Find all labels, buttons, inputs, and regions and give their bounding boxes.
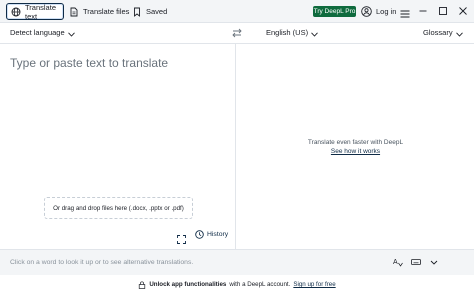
chevron-down-icon <box>455 30 463 37</box>
banner-text: with a DeepL account. <box>229 281 291 288</box>
file-drop-zone[interactable]: Or drag and drop files here (.docx, .ppt… <box>44 197 193 219</box>
glossary-select[interactable]: Glossary <box>423 28 463 37</box>
signup-banner: Unlock app functionalities with a DeepL … <box>0 276 474 293</box>
promo-text: Translate even faster with DeepL <box>307 139 404 146</box>
glossary-label: Glossary <box>423 28 453 37</box>
dictionary-hint: Click on a word to look it up or to see … <box>10 259 194 266</box>
file-icon <box>69 7 79 17</box>
close-window-icon[interactable] <box>456 4 470 18</box>
dictionary-bar: Click on a word to look it up or to see … <box>0 249 474 275</box>
target-language-select[interactable]: English (US) <box>266 28 318 37</box>
source-language-select[interactable]: Detect language <box>10 28 75 37</box>
hamburger-menu-icon[interactable] <box>400 6 410 18</box>
scan-icon[interactable] <box>177 231 186 244</box>
see-how-it-works-link[interactable]: See how it works <box>237 148 474 155</box>
sign-up-link[interactable]: Sign up for free <box>293 281 335 288</box>
lock-icon <box>138 281 146 289</box>
tab-saved[interactable]: Saved <box>132 3 167 20</box>
source-language-label: Detect language <box>10 28 65 37</box>
source-text-panel[interactable]: Type or paste text to translate Or drag … <box>0 44 236 249</box>
tab-translate-text[interactable]: Translate text <box>6 2 64 21</box>
tab-label: Translate files <box>83 7 130 16</box>
dictionary-toolbar: A <box>393 257 439 267</box>
login-label: Log in <box>376 6 397 16</box>
history-button[interactable]: History <box>195 230 228 239</box>
source-text-input[interactable]: Type or paste text to translate <box>10 56 168 70</box>
try-pro-button[interactable]: Try DeepL Pro <box>313 6 356 17</box>
target-language-label: English (US) <box>266 28 309 37</box>
expand-chevron-icon[interactable] <box>429 257 439 267</box>
user-icon <box>361 5 372 17</box>
history-icon <box>195 230 204 239</box>
login-button[interactable]: Log in <box>361 4 396 18</box>
banner-bold-text: Unlock app functionalities <box>149 281 227 288</box>
minimize-window-icon[interactable] <box>416 4 430 18</box>
drop-zone-text: Or drag and drop files here (.docx, .ppt… <box>53 204 184 212</box>
maximize-window-icon[interactable] <box>436 4 450 18</box>
target-text-panel: Translate even faster with DeepL See how… <box>237 44 474 249</box>
globe-icon <box>11 7 21 17</box>
keyboard-icon[interactable] <box>411 257 421 267</box>
history-label: History <box>207 231 229 238</box>
svg-text:A: A <box>393 259 398 266</box>
language-bar: Detect language English (US) Glossary <box>0 23 474 44</box>
tab-label: Translate text <box>25 2 56 21</box>
swap-languages-icon[interactable] <box>231 27 243 39</box>
tab-label: Saved <box>146 7 168 16</box>
tab-translate-files[interactable]: Translate files <box>69 3 129 20</box>
translate-icon[interactable]: A <box>393 257 403 267</box>
top-toolbar: Translate text Translate files Saved Try… <box>0 0 474 23</box>
bookmark-icon <box>132 7 142 17</box>
chevron-down-icon <box>311 30 318 37</box>
chevron-down-icon <box>67 30 75 37</box>
